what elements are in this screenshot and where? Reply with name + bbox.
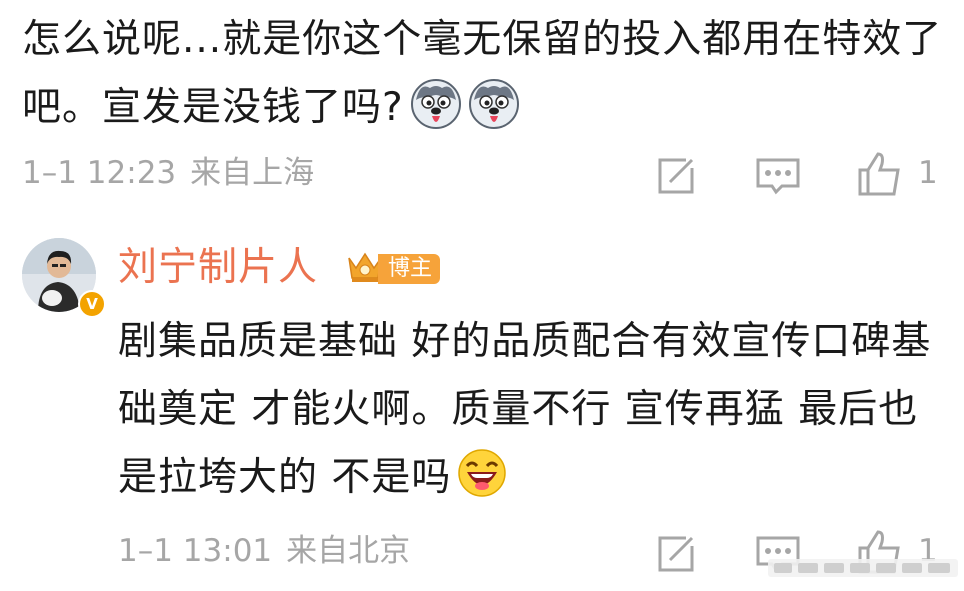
comment-actions: 1 bbox=[22, 150, 942, 196]
husky-doge-emoji-icon bbox=[410, 78, 462, 130]
reply-text: 剧集品质是基础 好的品质配合有效宣传口碑基础奠定 才能火啊。质量不行 宣传再猛 … bbox=[118, 308, 948, 512]
watermark bbox=[762, 553, 958, 583]
badge-label: 博主 bbox=[378, 254, 441, 284]
comment-text: 怎么说呢...就是你这个毫无保留的投入都用在特效了吧。宣发是没钱了吗? bbox=[22, 6, 952, 142]
verified-v-icon: V bbox=[78, 290, 106, 318]
share-icon[interactable] bbox=[656, 534, 696, 574]
share-icon[interactable] bbox=[656, 156, 696, 196]
like-icon[interactable] bbox=[858, 152, 900, 196]
like-count: 1 bbox=[918, 155, 938, 191]
comment-icon[interactable] bbox=[756, 156, 800, 196]
reply-text-content: 剧集品质是基础 好的品质配合有效宣传口碑基础奠定 才能火啊。质量不行 宣传再猛 … bbox=[118, 319, 932, 500]
comment-meta: 1–1 12:23 来自上海 1 bbox=[22, 150, 942, 196]
comment-item: 怎么说呢...就是你这个毫无保留的投入都用在特效了吧。宣发是没钱了吗? bbox=[22, 6, 952, 142]
username[interactable]: 刘宁制片人 bbox=[118, 240, 318, 296]
husky-doge-emoji-icon bbox=[468, 78, 520, 130]
laughing-emoji-icon bbox=[457, 448, 507, 498]
blogger-badge: 博主 bbox=[346, 250, 441, 288]
